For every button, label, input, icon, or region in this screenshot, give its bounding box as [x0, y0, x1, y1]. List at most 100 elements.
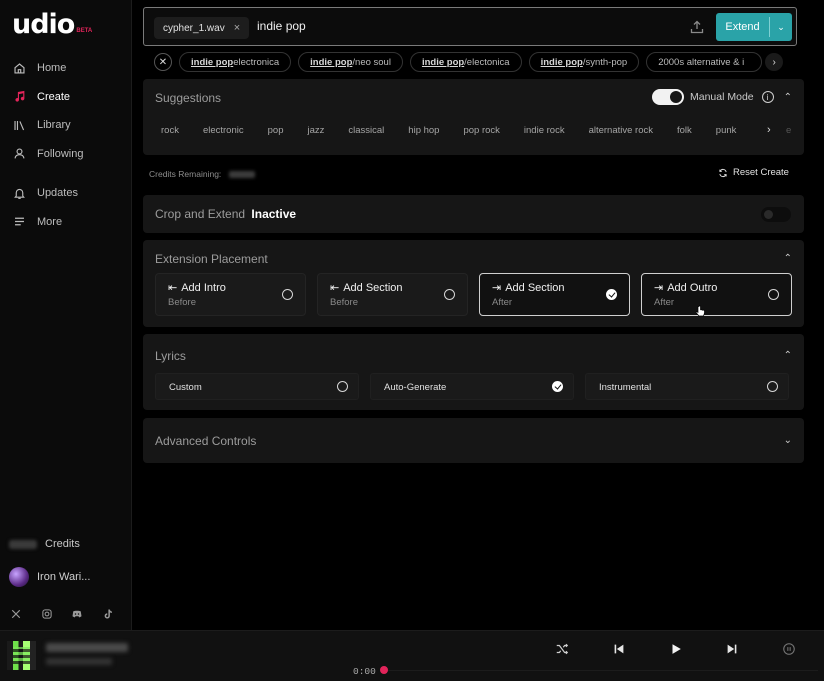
- chevron-down-icon[interactable]: ⌄: [784, 435, 792, 446]
- option-subtitle: After: [492, 297, 513, 308]
- sidebar-item-home[interactable]: Home: [0, 54, 132, 83]
- radio-button-checked[interactable]: [606, 289, 617, 300]
- credits-remaining-value-blurred: [229, 170, 256, 178]
- lyrics-option-instrumental[interactable]: Instrumental: [585, 373, 789, 400]
- genre-chip[interactable]: pop: [256, 125, 296, 136]
- chevron-right-icon[interactable]: ›: [767, 124, 771, 136]
- chevron-up-icon[interactable]: ⌃: [784, 92, 792, 103]
- extend-button[interactable]: Extend ⌄: [716, 13, 792, 41]
- refresh-icon: [719, 168, 727, 177]
- instagram-icon[interactable]: [41, 608, 72, 620]
- sidebar-item-more[interactable]: More: [0, 208, 132, 237]
- player-bar: 0:00: [0, 630, 824, 681]
- clear-suggestions-button[interactable]: ✕: [154, 53, 172, 71]
- reset-create-button[interactable]: Reset Create: [718, 167, 789, 178]
- genre-chip[interactable]: alternative rock: [577, 125, 665, 136]
- user-profile[interactable]: Iron Wari...: [0, 562, 132, 592]
- sidebar-footer: Credits Iron Wari...: [0, 532, 132, 620]
- manual-mode-toggle[interactable]: [652, 89, 684, 105]
- chip-rest: electronica: [233, 56, 280, 68]
- crop-extend-toggle[interactable]: [761, 207, 791, 222]
- genre-chip[interactable]: folk: [665, 125, 704, 136]
- remove-file-button[interactable]: ×: [234, 22, 240, 34]
- next-track-icon[interactable]: [725, 642, 739, 659]
- chip-rest: /synth-pop: [582, 56, 628, 68]
- chevron-right-icon[interactable]: ›: [765, 53, 784, 71]
- genre-chip[interactable]: punk: [704, 125, 749, 136]
- audio-file-chip[interactable]: cypher_1.wav ×: [154, 17, 250, 39]
- lyrics-option-label: Custom: [169, 382, 202, 393]
- sidebar: udio BETA Home Create Library Following …: [0, 0, 132, 630]
- suggestion-chip[interactable]: indie pop/neo soul: [298, 52, 403, 72]
- udio-logo[interactable]: udio BETA: [12, 8, 92, 40]
- suggestion-chip[interactable]: 2000s alternative & i: [646, 52, 763, 72]
- discord-icon[interactable]: [71, 608, 102, 620]
- radio-button[interactable]: [337, 381, 348, 392]
- sidebar-item-library[interactable]: Library: [0, 111, 132, 140]
- lyrics-panel: Lyrics ⌃ Custom Auto-Generate Instrument…: [143, 334, 804, 410]
- radio-button[interactable]: [444, 289, 455, 300]
- sidebar-item-following[interactable]: Following: [0, 140, 132, 169]
- arrow-to-start-icon: ⇤: [330, 281, 340, 294]
- shuffle-icon[interactable]: [555, 642, 569, 659]
- track-title-blurred[interactable]: [46, 643, 128, 652]
- genre-chip[interactable]: classical: [336, 125, 396, 136]
- genre-chip[interactable]: electronic: [191, 125, 256, 136]
- sidebar-item-updates[interactable]: Updates: [0, 179, 132, 208]
- advanced-controls-panel[interactable]: Advanced Controls ⌄: [143, 418, 804, 463]
- credits-remaining-label: Credits Remaining:: [149, 169, 222, 179]
- tiktok-icon[interactable]: [102, 608, 133, 620]
- genre-chip[interactable]: rock: [149, 125, 191, 136]
- track-artist-blurred[interactable]: [46, 658, 112, 665]
- play-icon[interactable]: [669, 642, 683, 659]
- sidebar-item-create[interactable]: Create: [0, 83, 132, 112]
- progress-handle[interactable]: [380, 666, 388, 674]
- pause-circle-icon[interactable]: [782, 642, 796, 659]
- arrow-to-start-icon: ⇤: [168, 281, 178, 294]
- option-add-intro[interactable]: ⇤ Add Intro Before: [155, 273, 306, 316]
- radio-button[interactable]: [768, 289, 779, 300]
- chip-bold: indie pop: [310, 56, 353, 68]
- sidebar-item-label: Following: [37, 147, 84, 160]
- option-add-section-before[interactable]: ⇤ Add Section Before: [317, 273, 468, 316]
- x-icon[interactable]: [10, 608, 41, 620]
- previous-track-icon[interactable]: [612, 642, 626, 659]
- suggestion-chip[interactable]: indie pop/synth-pop: [528, 52, 640, 72]
- genre-chip[interactable]: indie rock: [512, 125, 577, 136]
- progress-track[interactable]: [388, 669, 818, 671]
- prompt-input[interactable]: indie pop: [257, 19, 306, 33]
- suggestion-chip[interactable]: indie pop electronica: [179, 52, 292, 72]
- option-title: ⇥ Add Outro: [654, 281, 717, 294]
- lyrics-title: Lyrics: [155, 349, 186, 363]
- lyrics-option-auto-generate[interactable]: Auto-Generate: [370, 373, 574, 400]
- genre-chip[interactable]: pop rock: [451, 125, 511, 136]
- logo-text: udio: [12, 9, 75, 40]
- option-subtitle: Before: [168, 297, 196, 308]
- chevron-down-icon[interactable]: ⌄: [770, 22, 792, 33]
- prompt-bar[interactable]: cypher_1.wav × indie pop Extend ⌄: [143, 7, 797, 46]
- radio-button-checked[interactable]: [552, 381, 563, 392]
- option-add-section-after[interactable]: ⇥ Add Section After: [479, 273, 630, 316]
- genre-list: rock electronic pop jazz classical hip h…: [149, 125, 748, 136]
- option-add-outro[interactable]: ⇥ Add Outro After: [641, 273, 792, 316]
- credits-link[interactable]: Credits: [0, 532, 132, 556]
- track-cover-art[interactable]: [7, 641, 36, 670]
- radio-button[interactable]: [282, 289, 293, 300]
- user-name: Iron Wari...: [37, 571, 91, 583]
- sidebar-item-label: Updates: [37, 187, 78, 200]
- chevron-up-icon[interactable]: ⌃: [784, 350, 792, 361]
- lyrics-option-custom[interactable]: Custom: [155, 373, 359, 400]
- chevron-up-icon[interactable]: ⌃: [784, 253, 792, 264]
- option-subtitle: After: [654, 297, 675, 308]
- prompt-suggestions-row: ✕ indie pop electronica indie pop/neo so…: [154, 51, 814, 73]
- avatar: [9, 567, 29, 587]
- crop-extend-title: Crop and Extend Inactive: [155, 207, 296, 221]
- genre-chip[interactable]: jazz: [295, 125, 336, 136]
- option-title: ⇤ Add Section: [330, 281, 403, 294]
- upload-icon[interactable]: [689, 19, 705, 35]
- info-icon[interactable]: i: [761, 91, 774, 103]
- genre-chip[interactable]: hip hop: [396, 125, 451, 136]
- radio-button[interactable]: [767, 381, 778, 392]
- suggestion-chip[interactable]: indie pop/electonica: [409, 52, 522, 72]
